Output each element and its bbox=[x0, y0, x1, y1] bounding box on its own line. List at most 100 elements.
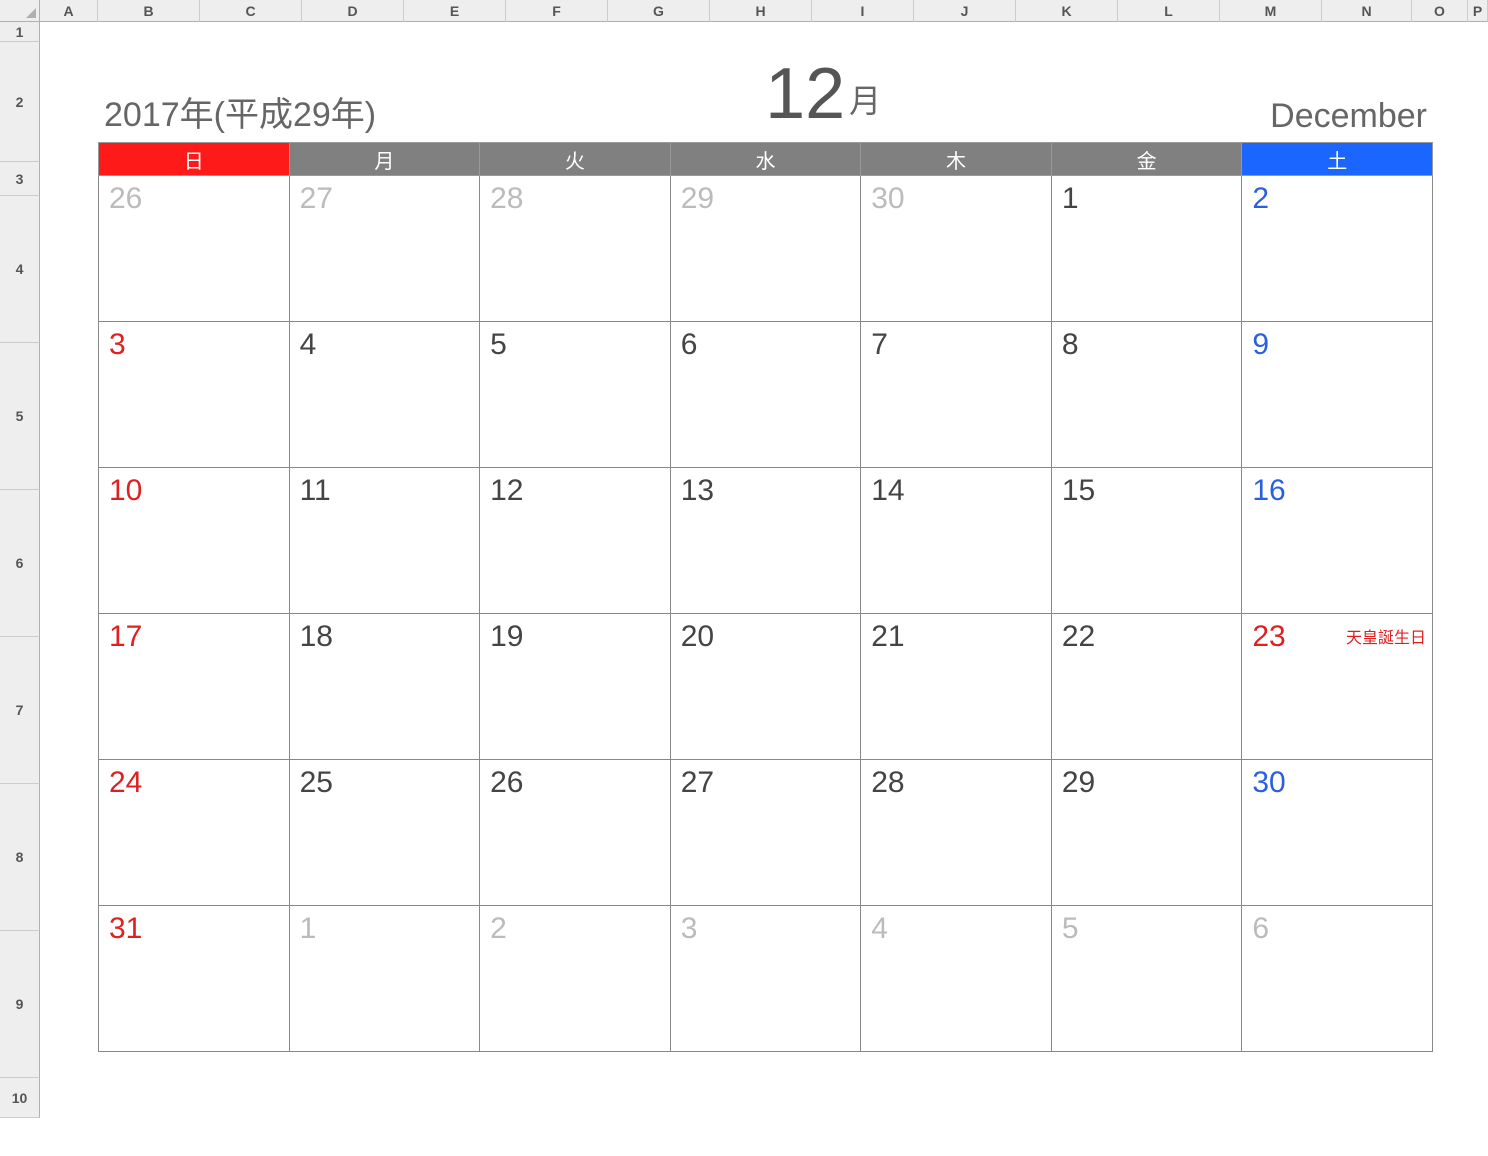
calendar-cell[interactable]: 3 bbox=[99, 322, 290, 468]
calendar-cell[interactable]: 15 bbox=[1051, 468, 1242, 614]
column-header-P[interactable]: P bbox=[1468, 0, 1488, 22]
row-header-3[interactable]: 3 bbox=[0, 162, 40, 196]
row-header-7[interactable]: 7 bbox=[0, 637, 40, 784]
column-header-G[interactable]: G bbox=[608, 0, 710, 22]
weekday-header-1: 月 bbox=[289, 143, 480, 176]
month-number: 12月 bbox=[376, 58, 1270, 130]
calendar-cell[interactable]: 22 bbox=[1051, 614, 1242, 760]
column-header-J[interactable]: J bbox=[914, 0, 1016, 22]
calendar-week-row: 1011 12 13 14 15 16 bbox=[99, 468, 1433, 614]
day-number: 2 bbox=[1252, 182, 1269, 216]
column-header-M[interactable]: M bbox=[1220, 0, 1322, 22]
row-header-4[interactable]: 4 bbox=[0, 196, 40, 343]
spreadsheet-frame: ABCDEFGHIJKLMNOP 12345678910 2017年(平成29年… bbox=[0, 0, 1488, 1156]
column-header-N[interactable]: N bbox=[1322, 0, 1412, 22]
calendar-week-row: 3112 3456 bbox=[99, 906, 1433, 1052]
month-number-value: 12 bbox=[765, 54, 845, 134]
calendar-cell[interactable]: 8 bbox=[1051, 322, 1242, 468]
calendar-cell[interactable]: 5 bbox=[1051, 906, 1242, 1052]
calendar-cell[interactable]: 25 bbox=[289, 760, 480, 906]
row-header-2[interactable]: 2 bbox=[0, 42, 40, 162]
calendar-cell[interactable]: 7 bbox=[861, 322, 1052, 468]
column-header-F[interactable]: F bbox=[506, 0, 608, 22]
calendar-cell[interactable]: 29 bbox=[1051, 760, 1242, 906]
calendar-cell[interactable]: 18 bbox=[289, 614, 480, 760]
column-header-E[interactable]: E bbox=[404, 0, 506, 22]
calendar-cell[interactable]: 24 bbox=[99, 760, 290, 906]
calendar-cell[interactable]: 16 bbox=[1242, 468, 1433, 614]
day-number: 26 bbox=[109, 182, 142, 216]
weekday-header-6: 土 bbox=[1242, 143, 1433, 176]
row-header-8[interactable]: 8 bbox=[0, 784, 40, 931]
calendar-cell[interactable]: 10 bbox=[99, 468, 290, 614]
calendar-cell[interactable]: 26 bbox=[480, 760, 671, 906]
day-number: 24 bbox=[109, 766, 142, 800]
calendar-cell[interactable]: 9 bbox=[1242, 322, 1433, 468]
day-number: 29 bbox=[681, 182, 714, 216]
calendar-cell[interactable]: 26 bbox=[99, 176, 290, 322]
calendar-cell[interactable]: 6 bbox=[670, 322, 861, 468]
day-number: 21 bbox=[871, 620, 904, 654]
calendar-cell[interactable]: 30 bbox=[861, 176, 1052, 322]
day-number: 4 bbox=[300, 328, 317, 362]
calendar-week-row: 3 4 56 789 bbox=[99, 322, 1433, 468]
calendar-cell[interactable]: 21 bbox=[861, 614, 1052, 760]
day-number: 28 bbox=[490, 182, 523, 216]
calendar-cell[interactable]: 19 bbox=[480, 614, 671, 760]
day-number: 6 bbox=[1252, 912, 1269, 946]
day-number: 2 bbox=[490, 912, 507, 946]
weekday-header-5: 金 bbox=[1051, 143, 1242, 176]
column-header-C[interactable]: C bbox=[200, 0, 302, 22]
column-header-I[interactable]: I bbox=[812, 0, 914, 22]
calendar-cell[interactable]: 4 bbox=[289, 322, 480, 468]
calendar-cell[interactable]: 30 bbox=[1242, 760, 1433, 906]
calendar-cell[interactable]: 27 bbox=[289, 176, 480, 322]
day-number: 6 bbox=[681, 328, 698, 362]
day-number: 28 bbox=[871, 766, 904, 800]
day-number: 18 bbox=[300, 620, 333, 654]
calendar-cell[interactable]: 17 bbox=[99, 614, 290, 760]
calendar-cell[interactable]: 2 bbox=[1242, 176, 1433, 322]
row-header-1[interactable]: 1 bbox=[0, 22, 40, 42]
column-header-K[interactable]: K bbox=[1016, 0, 1118, 22]
calendar-cell[interactable]: 14 bbox=[861, 468, 1052, 614]
calendar-cell[interactable]: 5 bbox=[480, 322, 671, 468]
day-number: 15 bbox=[1062, 474, 1095, 508]
calendar-cell[interactable]: 28 bbox=[861, 760, 1052, 906]
column-header-O[interactable]: O bbox=[1412, 0, 1468, 22]
column-header-H[interactable]: H bbox=[710, 0, 812, 22]
day-number: 12 bbox=[490, 474, 523, 508]
calendar-cell[interactable]: 6 bbox=[1242, 906, 1433, 1052]
calendar-cell[interactable]: 2 bbox=[480, 906, 671, 1052]
calendar-cell[interactable]: 1 bbox=[1051, 176, 1242, 322]
row-header-9[interactable]: 9 bbox=[0, 931, 40, 1078]
day-number: 3 bbox=[109, 328, 126, 362]
calendar-cell[interactable]: 28 bbox=[480, 176, 671, 322]
calendar-cell[interactable]: 13 bbox=[670, 468, 861, 614]
row-header-10[interactable]: 10 bbox=[0, 1078, 40, 1118]
column-header-A[interactable]: A bbox=[40, 0, 98, 22]
calendar-cell[interactable]: 4 bbox=[861, 906, 1052, 1052]
calendar-cell[interactable]: 3 bbox=[670, 906, 861, 1052]
calendar-cell[interactable]: 23天皇誕生日 bbox=[1242, 614, 1433, 760]
calendar-cell[interactable]: 29 bbox=[670, 176, 861, 322]
day-number: 14 bbox=[871, 474, 904, 508]
row-header-6[interactable]: 6 bbox=[0, 490, 40, 637]
calendar-title-row: 2017年(平成29年) 12月 December bbox=[98, 22, 1433, 142]
calendar-cell[interactable]: 27 bbox=[670, 760, 861, 906]
day-number: 17 bbox=[109, 620, 142, 654]
column-header-L[interactable]: L bbox=[1118, 0, 1220, 22]
weekday-header-3: 水 bbox=[670, 143, 861, 176]
calendar-cell[interactable]: 31 bbox=[99, 906, 290, 1052]
calendar-cell[interactable]: 20 bbox=[670, 614, 861, 760]
calendar-cell[interactable]: 12 bbox=[480, 468, 671, 614]
column-header-B[interactable]: B bbox=[98, 0, 200, 22]
select-all-corner[interactable] bbox=[0, 0, 40, 22]
day-number: 30 bbox=[871, 182, 904, 216]
row-header-5[interactable]: 5 bbox=[0, 343, 40, 490]
calendar-cell[interactable]: 1 bbox=[289, 906, 480, 1052]
column-header-D[interactable]: D bbox=[302, 0, 404, 22]
day-number: 27 bbox=[300, 182, 333, 216]
calendar-cell[interactable]: 11 bbox=[289, 468, 480, 614]
year-label: 2017年(平成29年) bbox=[104, 87, 376, 136]
